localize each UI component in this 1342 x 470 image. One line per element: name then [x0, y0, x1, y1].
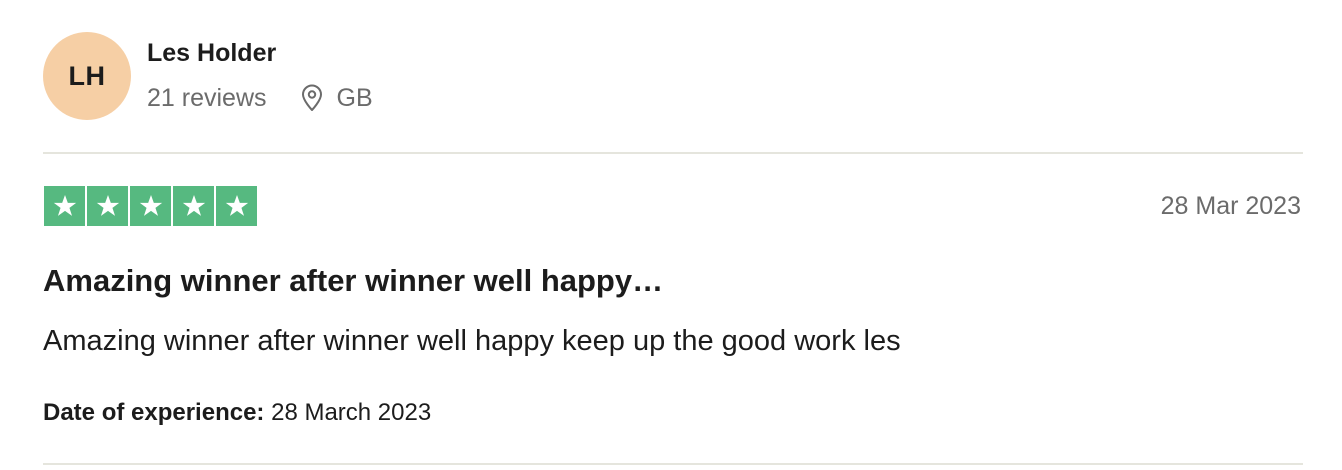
review-body: Amazing winner after winner well happy k… — [43, 325, 901, 357]
consumer-name[interactable]: Les Holder — [147, 38, 276, 68]
country: GB — [336, 84, 373, 112]
review-card: LH Les Holder 21 reviews GB 28 Mar 2023 … — [0, 0, 1342, 470]
star-rating — [44, 186, 257, 226]
avatar[interactable]: LH — [43, 32, 131, 120]
divider — [43, 152, 1303, 154]
review-title[interactable]: Amazing winner after winner well happy… — [43, 262, 663, 300]
experience-date: 28 March 2023 — [271, 399, 432, 426]
star-icon — [130, 186, 171, 226]
review-date: 28 Mar 2023 — [1160, 192, 1301, 220]
review-count: 21 reviews — [147, 84, 267, 112]
star-icon — [216, 186, 257, 226]
experience-label: Date of experience: — [43, 399, 265, 426]
star-icon — [87, 186, 128, 226]
star-icon — [44, 186, 85, 226]
date-of-experience: Date of experience: 28 March 2023 — [43, 398, 431, 428]
location: GB — [300, 82, 373, 114]
star-icon — [173, 186, 214, 226]
avatar-initials: LH — [68, 60, 106, 91]
location-pin-icon — [300, 84, 324, 112]
consumer-meta: 21 reviews GB — [147, 82, 373, 114]
divider — [43, 463, 1303, 465]
